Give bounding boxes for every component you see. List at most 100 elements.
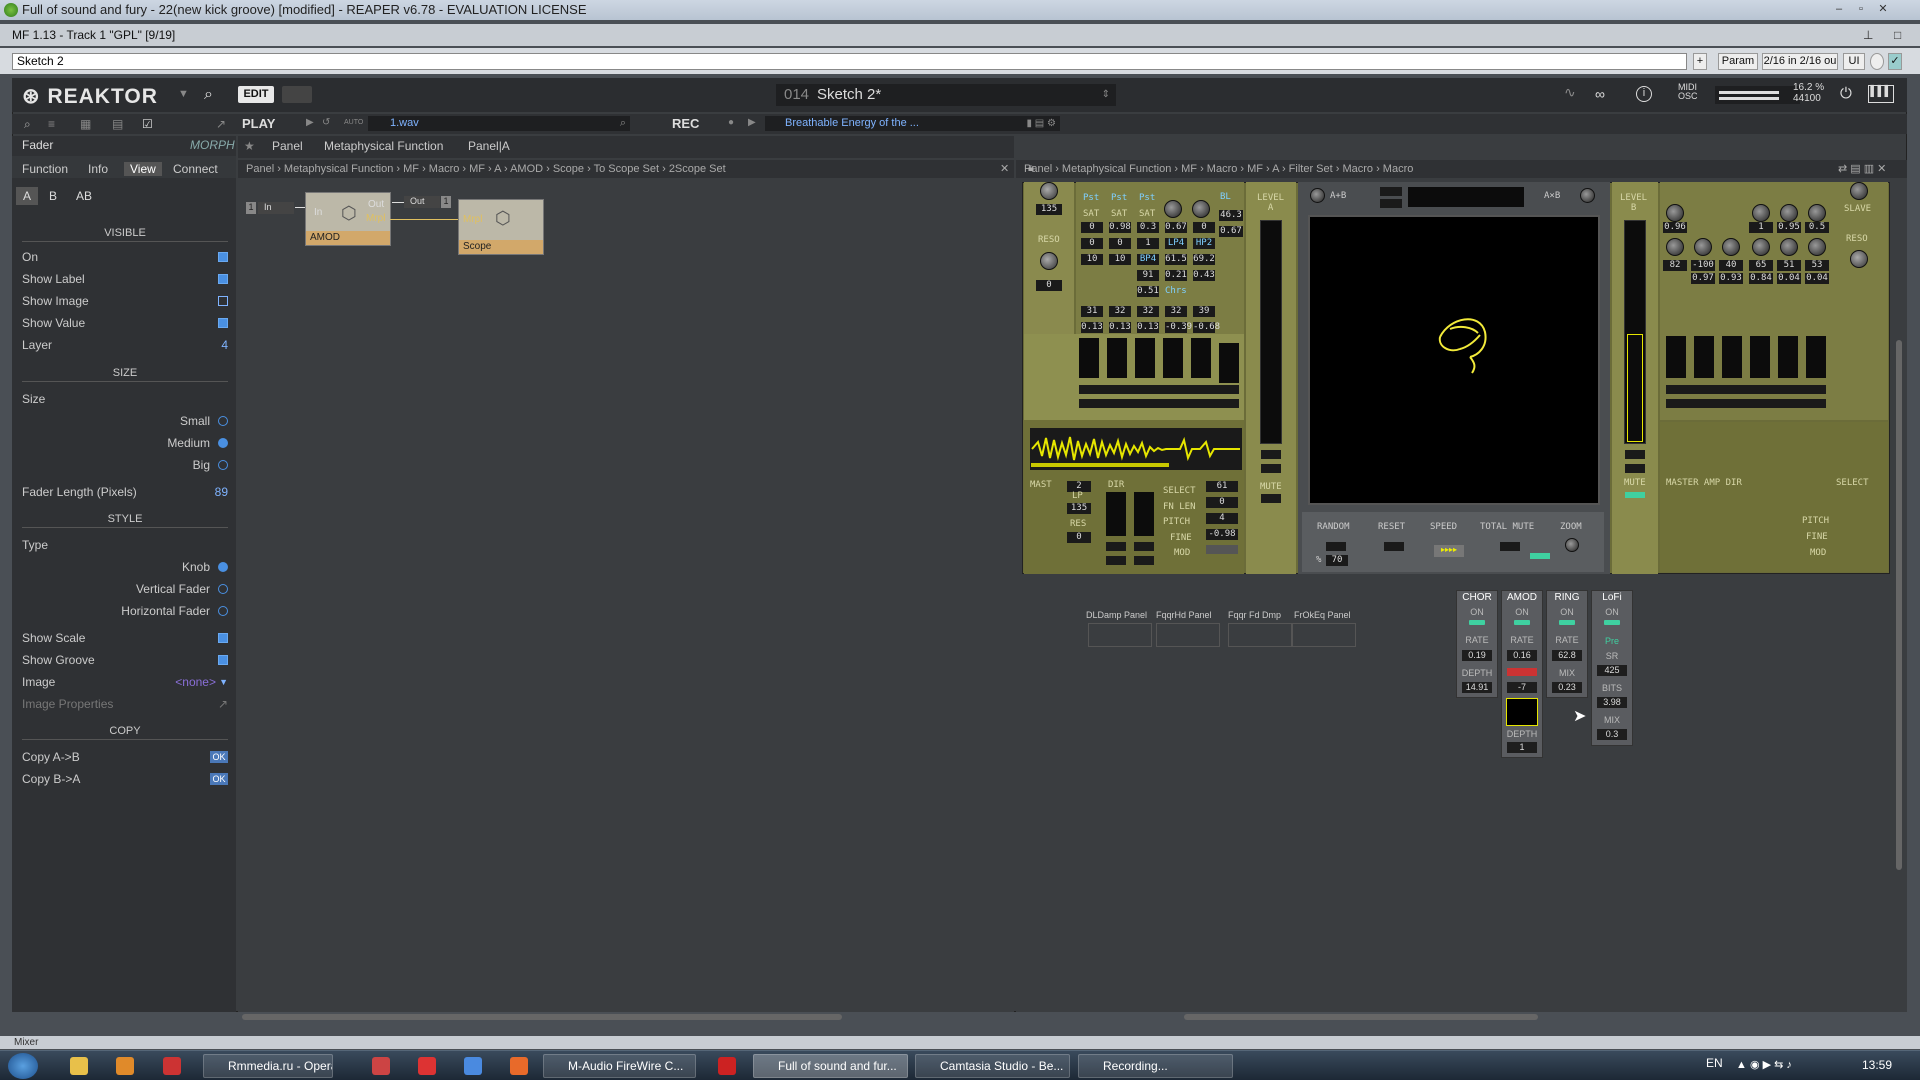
- tab-panel[interactable]: Panel: [272, 139, 303, 153]
- level-meter-icon[interactable]: ∿: [1564, 84, 1584, 104]
- fx-amod-rate-value[interactable]: 0.16: [1507, 650, 1537, 661]
- slave-knob[interactable]: [1850, 182, 1868, 200]
- reso-a-knob[interactable]: [1040, 252, 1058, 270]
- grid-v1-3[interactable]: 0.67: [1165, 222, 1187, 233]
- level-a-btn-1[interactable]: [1261, 450, 1281, 459]
- grid-v6-0[interactable]: 31: [1081, 306, 1103, 317]
- fx-ring-rate-value[interactable]: 62.8: [1552, 650, 1582, 661]
- b-knob-4[interactable]: [1808, 204, 1826, 222]
- app-icon-5[interactable]: [372, 1057, 390, 1075]
- grid-v3-4[interactable]: 69.2: [1193, 254, 1215, 265]
- b-val1-1[interactable]: 1: [1749, 222, 1773, 233]
- mute-a-button[interactable]: [1261, 494, 1281, 503]
- scope-btn-2[interactable]: [1380, 199, 1402, 208]
- fn-len-value[interactable]: 0: [1206, 497, 1238, 508]
- panel-vscrollbar[interactable]: [1896, 340, 1902, 870]
- grid-v4-2[interactable]: 0.43: [1193, 270, 1215, 281]
- b-val2-4[interactable]: 51: [1777, 260, 1801, 271]
- io-button[interactable]: 2/16 in 2/16 ou: [1762, 53, 1838, 70]
- fx-chor-depth-value[interactable]: 14.91: [1462, 682, 1492, 693]
- scope-btn-1[interactable]: [1380, 187, 1402, 196]
- explorer-icon[interactable]: [70, 1057, 88, 1075]
- prop-fader-length[interactable]: Fader Length (Pixels) 89: [22, 483, 228, 501]
- vivaldi-icon[interactable]: [718, 1057, 736, 1075]
- size-medium-option[interactable]: Medium: [22, 434, 228, 452]
- dir-btn-1[interactable]: [1106, 542, 1126, 551]
- show-groove-checkbox[interactable]: [218, 655, 228, 665]
- b-val2-1[interactable]: -100: [1691, 260, 1715, 271]
- close-structure-icon[interactable]: ✕: [1000, 162, 1009, 175]
- pitch-a-value[interactable]: 4: [1206, 513, 1238, 524]
- mast-value-2[interactable]: 135: [1067, 503, 1091, 514]
- grid-v2-2[interactable]: 1: [1137, 238, 1159, 249]
- b-val1-3[interactable]: 0.5: [1805, 222, 1829, 233]
- grid-v1-5[interactable]: 46.3: [1219, 210, 1243, 221]
- grid-v3-2[interactable]: BP4: [1137, 254, 1159, 265]
- scope-macro[interactable]: Mrpl ⬡ Scope: [458, 199, 544, 255]
- prop-show-groove[interactable]: Show Groove: [22, 651, 228, 669]
- properties-icon[interactable]: ☑: [142, 117, 153, 131]
- grid-v3-1[interactable]: 10: [1109, 254, 1131, 265]
- size-small-radio[interactable]: [218, 416, 228, 426]
- grid-v2-1[interactable]: 0: [1109, 238, 1131, 249]
- player-file-field[interactable]: 1.wav ⌕: [368, 116, 630, 131]
- fx-lofi-sr-value[interactable]: 425: [1597, 665, 1627, 676]
- in-port-module[interactable]: In: [258, 202, 294, 214]
- step-b-4[interactable]: [1750, 336, 1770, 378]
- enable-checkbox[interactable]: ✓: [1888, 53, 1902, 70]
- rec-options-icon[interactable]: ▮ ▤ ⚙: [1027, 116, 1056, 131]
- grid-v2-3[interactable]: LP4: [1165, 238, 1187, 249]
- start-button[interactable]: [8, 1053, 38, 1079]
- preset-select[interactable]: Sketch 2: [12, 53, 1687, 70]
- show-scale-checkbox[interactable]: [218, 633, 228, 643]
- size-big-radio[interactable]: [218, 460, 228, 470]
- minimize-button[interactable]: –: [1830, 2, 1848, 17]
- prop-show-label[interactable]: Show Label: [22, 270, 228, 288]
- subpanel-box-1[interactable]: [1088, 623, 1152, 647]
- image-dropdown-icon[interactable]: ▼: [219, 673, 228, 691]
- a-plus-b-knob[interactable]: [1310, 188, 1325, 203]
- fx-amod-depth-value[interactable]: 1: [1507, 742, 1537, 753]
- b-val2-2[interactable]: 40: [1719, 260, 1743, 271]
- panel-options-icons[interactable]: ⇄ ▤ ▥ ✕: [1838, 162, 1886, 175]
- mute-b-led[interactable]: [1625, 492, 1645, 498]
- panel-breadcrumb[interactable]: Panel › Metaphysical Function › MF › Mac…: [1016, 160, 1907, 178]
- prop-image-properties[interactable]: Image Properties ↗: [22, 695, 228, 713]
- subpanel-box-2[interactable]: [1156, 623, 1220, 647]
- step-a-3[interactable]: [1135, 338, 1155, 378]
- b-knob-7[interactable]: [1722, 238, 1740, 256]
- fx-lofi-mix-value[interactable]: 0.3: [1597, 729, 1627, 740]
- language-indicator[interactable]: EN: [1706, 1056, 1723, 1070]
- snapshot-display[interactable]: 014 Sketch 2* ⇕: [776, 84, 1116, 106]
- param-button[interactable]: Param: [1718, 53, 1758, 70]
- step-a-4[interactable]: [1163, 338, 1183, 378]
- app-icon-3[interactable]: [163, 1057, 181, 1075]
- star-icon[interactable]: ★: [244, 139, 255, 153]
- grid-v1-2[interactable]: 0.3: [1137, 222, 1159, 233]
- type-horizontal-radio[interactable]: [218, 606, 228, 616]
- amod-in-port[interactable]: In: [314, 207, 322, 218]
- host-button[interactable]: [282, 86, 312, 103]
- grid-v2-0[interactable]: 0: [1081, 238, 1103, 249]
- step-a-6[interactable]: [1219, 343, 1239, 383]
- b-knob-6[interactable]: [1694, 238, 1712, 256]
- subpanel-box-4[interactable]: [1292, 623, 1356, 647]
- grid-v7-2[interactable]: 0.13: [1137, 322, 1159, 333]
- b-val3-1[interactable]: 0.93: [1719, 273, 1743, 284]
- b-val3-3[interactable]: 0.04: [1777, 273, 1801, 284]
- b-val2-3[interactable]: 65: [1749, 260, 1773, 271]
- panel-hscrollbar[interactable]: [1184, 1014, 1538, 1020]
- loop-icon[interactable]: ↺: [322, 117, 330, 128]
- fx-close-button[interactable]: □: [1894, 24, 1901, 46]
- b-val2-0[interactable]: 82: [1663, 260, 1687, 271]
- grid-v2-4[interactable]: HP2: [1193, 238, 1215, 249]
- lock-icon[interactable]: 🔒︎: [1028, 162, 1034, 175]
- cutoff-a-knob[interactable]: [1040, 182, 1058, 200]
- media-player-icon[interactable]: [116, 1057, 134, 1075]
- grid-v2-5[interactable]: 0.67: [1219, 226, 1243, 237]
- fx-amod-shape-value[interactable]: -7: [1507, 682, 1537, 693]
- auto-button[interactable]: AUTO: [344, 119, 363, 126]
- grid-v4-1[interactable]: 0.21: [1165, 270, 1187, 281]
- select-a-value[interactable]: 61: [1206, 481, 1238, 492]
- type-knob-option[interactable]: Knob: [22, 558, 228, 576]
